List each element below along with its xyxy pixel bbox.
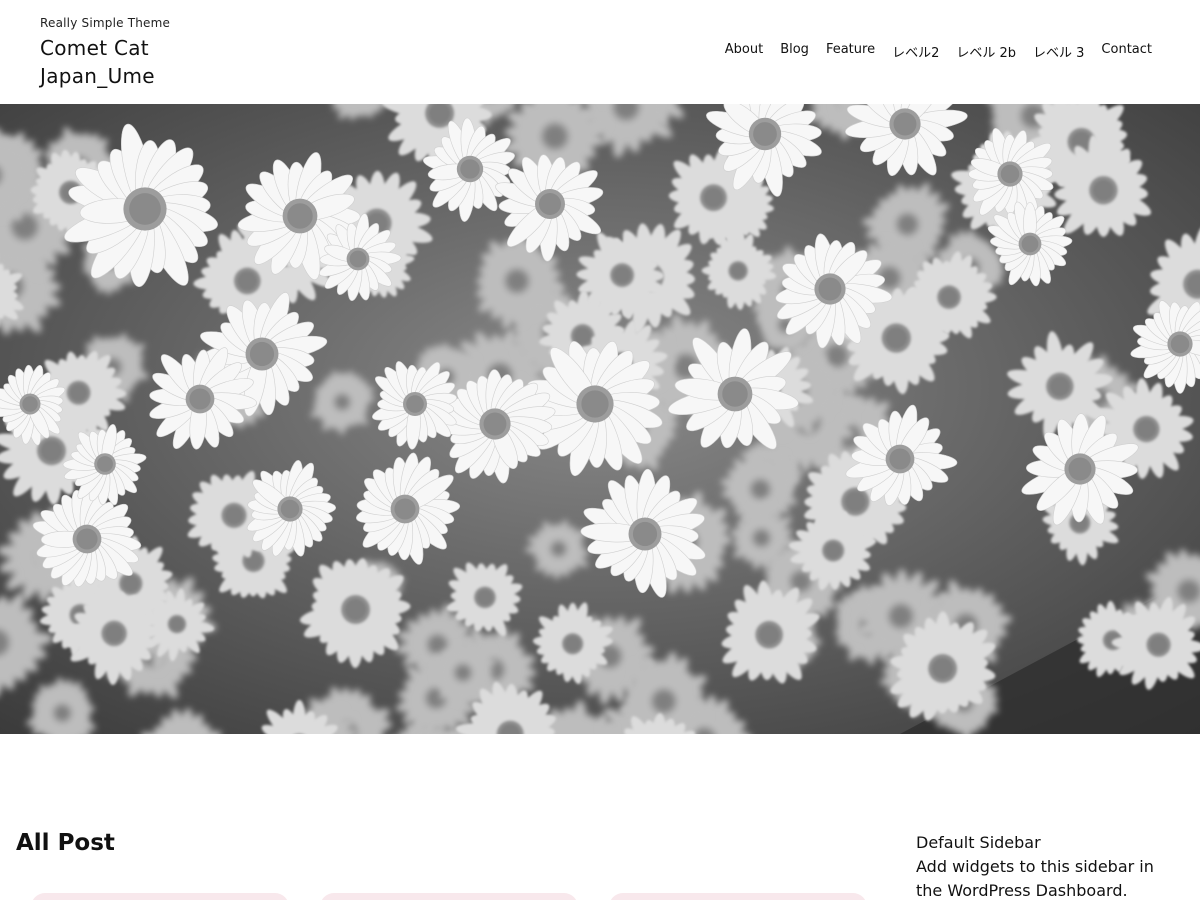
nav-blog[interactable]: Blog bbox=[780, 42, 809, 61]
post-card-1[interactable] bbox=[31, 893, 289, 900]
site-tagline: Really Simple Theme bbox=[40, 16, 171, 30]
section-title: All Post bbox=[16, 830, 115, 856]
hero-image bbox=[0, 104, 1200, 734]
sidebar-text: Add widgets to this sidebar in the WordP… bbox=[916, 857, 1154, 900]
nav-level-3[interactable]: レベル 3 bbox=[1033, 42, 1084, 61]
default-sidebar: Default Sidebar Add widgets to this side… bbox=[916, 831, 1176, 900]
nav-level-2[interactable]: レベル2 bbox=[892, 42, 939, 61]
sidebar-title: Default Sidebar bbox=[916, 833, 1041, 852]
post-card-2[interactable] bbox=[320, 893, 578, 900]
page: Really Simple Theme Comet Cat Japan_Ume … bbox=[0, 0, 1200, 900]
nav-about[interactable]: About bbox=[725, 42, 763, 61]
nav-feature[interactable]: Feature bbox=[826, 42, 875, 61]
nav-contact[interactable]: Contact bbox=[1101, 42, 1152, 61]
site-title-link[interactable]: Comet Cat Japan_Ume bbox=[40, 34, 260, 90]
nav-level-2b[interactable]: レベル 2b bbox=[956, 42, 1016, 61]
daisy-field-image bbox=[0, 104, 1200, 734]
post-card-3[interactable] bbox=[609, 893, 867, 900]
site-header: Really Simple Theme Comet Cat Japan_Ume … bbox=[0, 0, 1200, 104]
main-nav: About Blog Feature レベル2 レベル 2b レベル 3 Con… bbox=[725, 42, 1152, 61]
